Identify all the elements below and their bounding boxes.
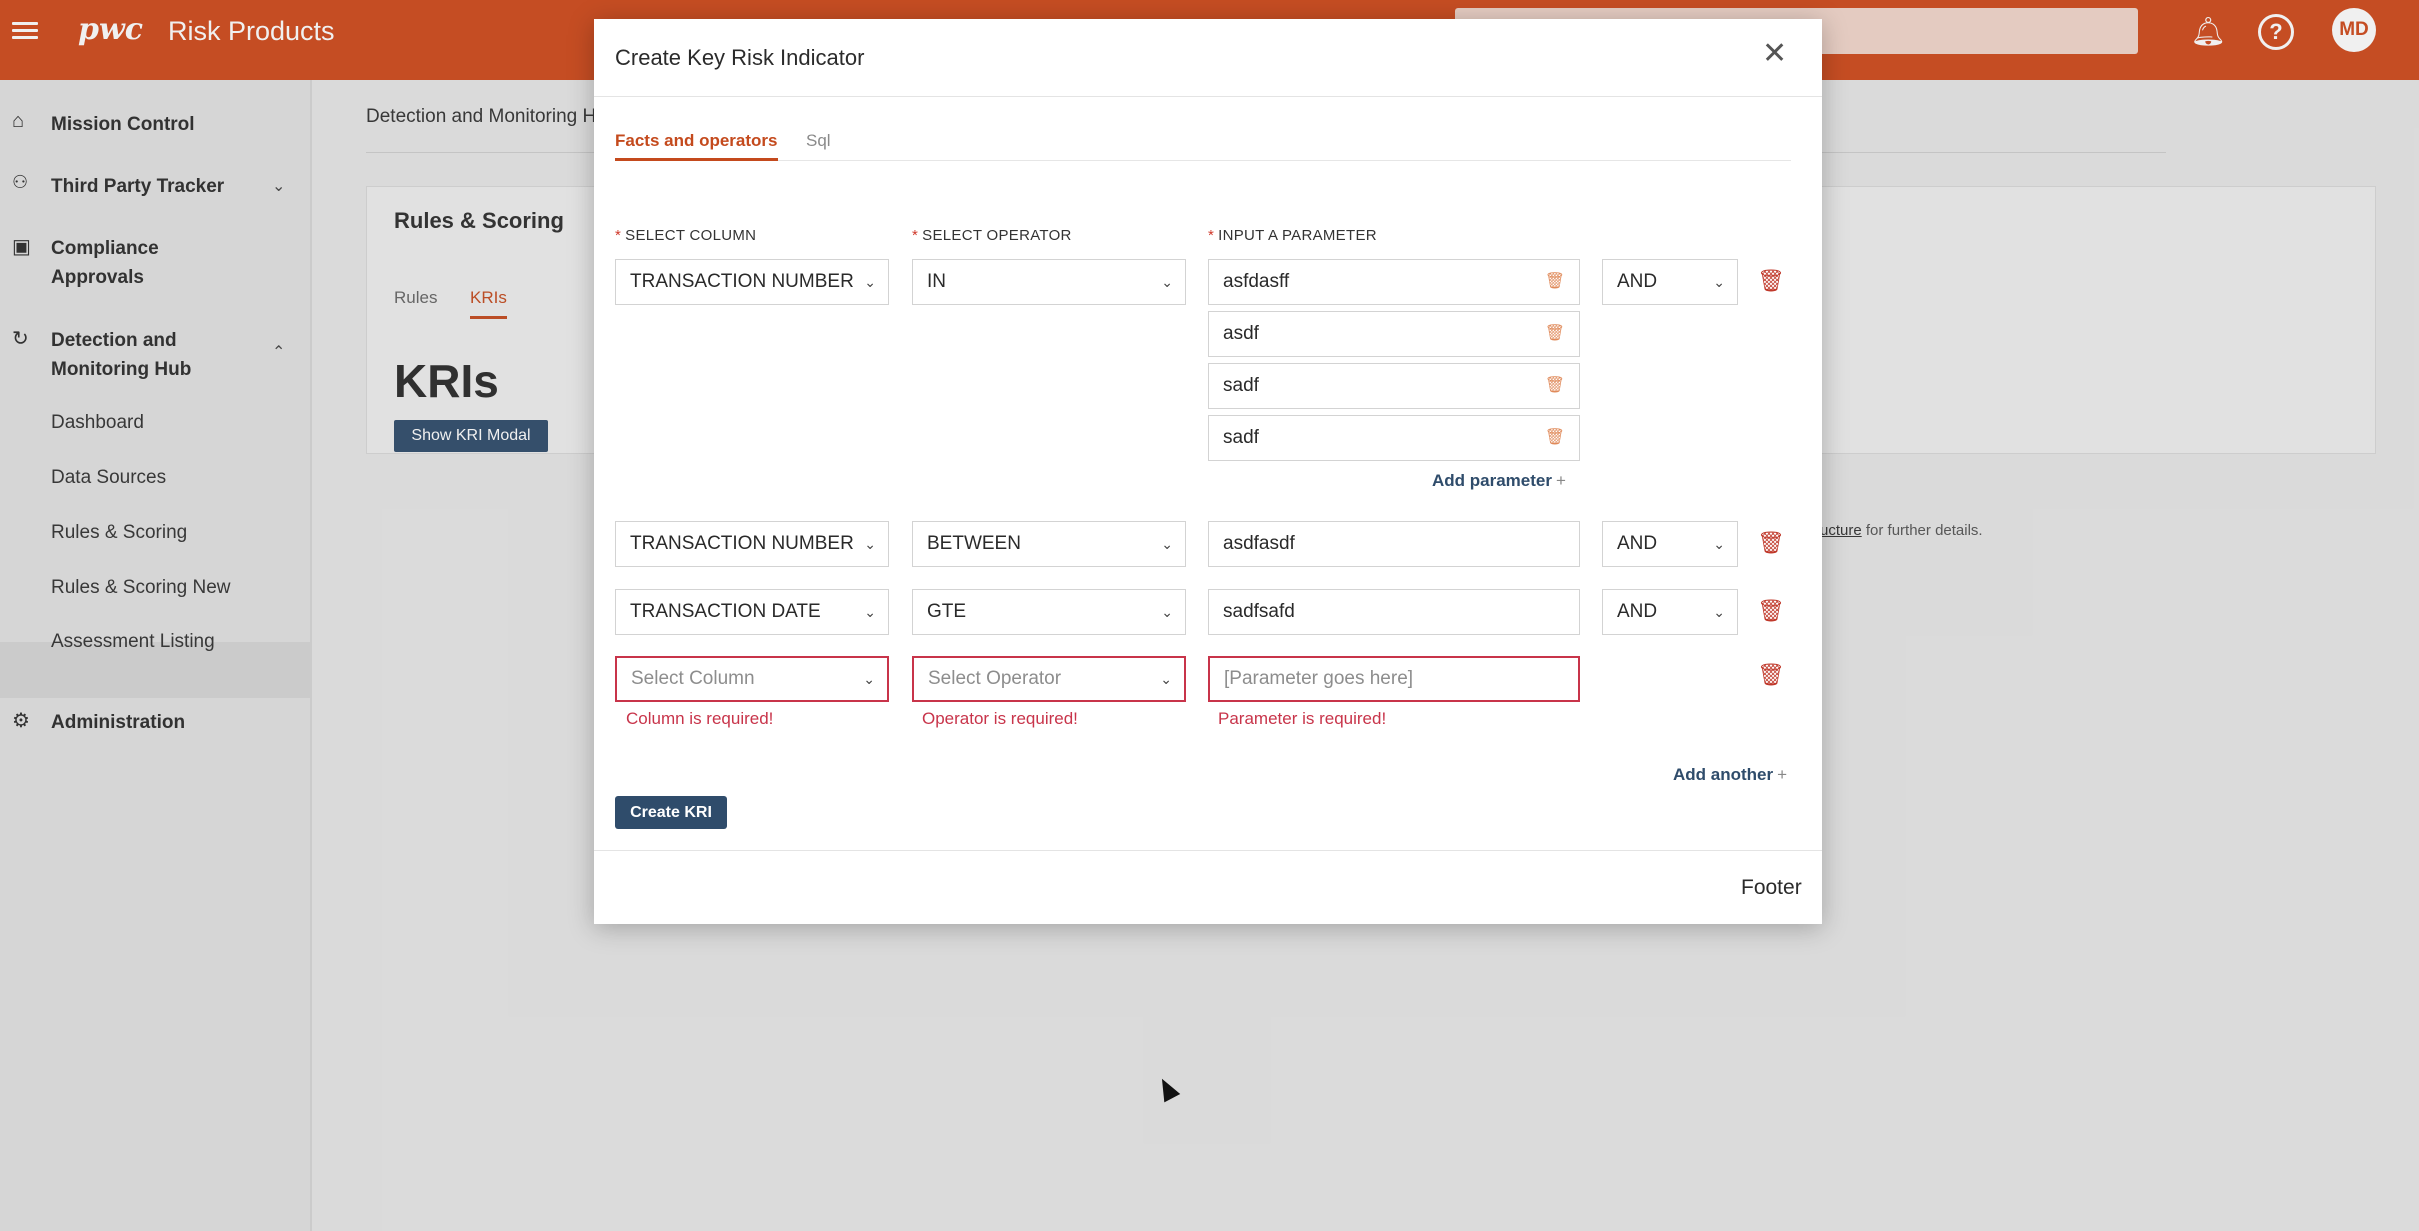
operator-select[interactable]: Select Operator ⌄ [912,656,1186,702]
tabs-divider [615,160,1791,161]
operator-select[interactable]: BETWEEN ⌄ [912,521,1186,567]
logic-select[interactable]: AND ⌄ [1602,589,1738,635]
column-select[interactable]: TRANSACTION DATE ⌄ [615,589,889,635]
add-parameter-button[interactable]: Add parameter + [1432,471,1566,491]
select-value: IN [927,271,946,292]
chevron-down-icon: ⌄ [1160,671,1172,687]
parameter-input[interactable]: [Parameter goes here] [1208,656,1580,702]
parameter-input[interactable]: asfdasff 🗑︎ [1208,259,1580,305]
chevron-down-icon: ⌄ [1161,274,1173,290]
parameter-input[interactable]: sadf 🗑︎ [1208,363,1580,409]
chevron-down-icon: ⌄ [1713,604,1725,620]
add-another-label: Add another [1673,765,1774,784]
select-value: TRANSACTION DATE [630,601,821,622]
plus-icon: + [1777,765,1788,784]
select-value: GTE [927,601,967,622]
delete-row-icon[interactable]: 🗑︎ [1757,268,1785,294]
select-value: AND [1617,533,1658,554]
chevron-down-icon: ⌄ [864,536,876,552]
required-mark: * [615,227,622,244]
tab-sql[interactable]: Sql [806,131,831,151]
operator-select[interactable]: GTE ⌄ [912,589,1186,635]
close-icon[interactable]: ✕ [1762,39,1787,69]
modal-header-divider [594,96,1822,97]
parameter-error-message: Parameter is required! [1218,709,1387,728]
chevron-down-icon: ⌄ [1713,274,1725,290]
select-column-label: * SELECT COLUMN [615,227,756,244]
modal-title: Create Key Risk Indicator [615,45,865,70]
input-placeholder: [Parameter goes here] [1224,668,1414,689]
column-error-message: Column is required! [626,709,774,728]
delete-row-icon[interactable]: 🗑︎ [1757,530,1785,556]
trash-icon[interactable]: 🗑︎ [1545,364,1565,408]
input-parameter-label: * INPUT A PARAMETER [1208,227,1377,244]
chevron-down-icon: ⌄ [864,604,876,620]
select-value: BETWEEN [927,533,1021,554]
required-mark: * [1208,227,1215,244]
column-select[interactable]: Select Column ⌄ [615,656,889,702]
input-value: sadf [1223,427,1259,448]
parameter-input[interactable]: sadfsafd [1208,589,1580,635]
trash-icon[interactable]: 🗑︎ [1545,312,1565,356]
parameter-input[interactable]: asdfasdf [1208,521,1580,567]
delete-row-icon[interactable]: 🗑︎ [1757,662,1785,688]
input-value: asdfasdf [1223,533,1295,554]
select-value: AND [1617,271,1658,292]
select-operator-label: * SELECT OPERATOR [912,227,1072,244]
select-value: TRANSACTION NUMBER [630,533,854,554]
delete-row-icon[interactable]: 🗑︎ [1757,598,1785,624]
operator-error-message: Operator is required! [922,709,1078,728]
logic-select[interactable]: AND ⌄ [1602,521,1738,567]
active-tab-indicator [615,158,778,161]
modal-footer-divider [594,850,1822,851]
chevron-down-icon: ⌄ [1161,536,1173,552]
create-kri-button[interactable]: Create KRI [615,796,727,829]
input-value: sadfsafd [1223,601,1295,622]
operator-select[interactable]: IN ⌄ [912,259,1186,305]
label-text: SELECT COLUMN [625,227,757,244]
create-kri-modal: Create Key Risk Indicator ✕ Facts and op… [594,19,1822,924]
tab-facts-and-operators[interactable]: Facts and operators [615,131,778,151]
add-another-button[interactable]: Add another + [1673,765,1787,785]
add-parameter-label: Add parameter [1432,471,1552,490]
parameter-input[interactable]: sadf 🗑︎ [1208,415,1580,461]
column-select[interactable]: TRANSACTION NUMBER ⌄ [615,259,889,305]
select-value: TRANSACTION NUMBER [630,271,854,292]
column-select[interactable]: TRANSACTION NUMBER ⌄ [615,521,889,567]
chevron-down-icon: ⌄ [864,274,876,290]
trash-icon[interactable]: 🗑︎ [1545,416,1565,460]
input-value: sadf [1223,375,1259,396]
parameter-input[interactable]: asdf 🗑︎ [1208,311,1580,357]
required-mark: * [912,227,919,244]
trash-icon[interactable]: 🗑︎ [1545,260,1565,304]
chevron-down-icon: ⌄ [863,671,875,687]
chevron-down-icon: ⌄ [1713,536,1725,552]
input-value: asfdasff [1223,271,1290,292]
modal-footer: Footer [1741,876,1802,899]
label-text: SELECT OPERATOR [922,227,1072,244]
select-placeholder: Select Column [631,668,755,689]
input-value: asdf [1223,323,1259,344]
select-value: AND [1617,601,1658,622]
plus-icon: + [1555,471,1566,490]
chevron-down-icon: ⌄ [1161,604,1173,620]
label-text: INPUT A PARAMETER [1218,227,1377,244]
logic-select[interactable]: AND ⌄ [1602,259,1738,305]
select-placeholder: Select Operator [928,668,1062,689]
